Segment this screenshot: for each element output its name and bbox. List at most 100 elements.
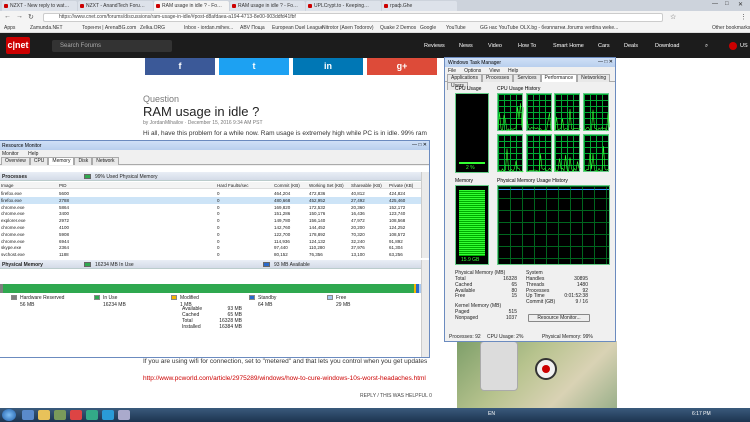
tab-memory[interactable]: Memory: [48, 157, 74, 165]
table-row[interactable]: chrome.exe 5864 0 169,820 172,532 20,360 152,1…: [0, 204, 421, 211]
bookmark-item[interactable]: Nitrotor (Asen Todorov): [322, 25, 374, 31]
minimize-icon[interactable]: —: [712, 1, 718, 7]
process-scrollbar[interactable]: [421, 172, 429, 258]
bookmark-item[interactable]: ABV Поща: [240, 25, 265, 31]
share-button[interactable]: f: [145, 58, 215, 75]
nav-item[interactable]: Smart Home: [553, 43, 584, 49]
column-header[interactable]: Image: [1, 183, 14, 188]
bookmark-item[interactable]: Apps: [4, 25, 15, 31]
memory-scrollbar[interactable]: [421, 260, 429, 357]
nav-item[interactable]: Cars: [598, 43, 610, 49]
tab-services[interactable]: Services: [513, 74, 540, 82]
bookmark-item[interactable]: Quake 2 Demos: [380, 25, 416, 31]
resource-monitor-titlebar[interactable]: Resource Monitor — □ ✕: [0, 141, 429, 150]
processes-section-header[interactable]: Processes 99% Used Physical Memory: [0, 172, 421, 181]
reload-icon[interactable]: ↻: [28, 13, 34, 21]
window-controls[interactable]: — □ ✕: [598, 59, 613, 65]
column-header[interactable]: PID: [59, 183, 67, 188]
column-header[interactable]: Private (KB): [389, 183, 413, 188]
column-header[interactable]: Working Set (KB): [309, 183, 344, 188]
column-header[interactable]: Commit (KB): [274, 183, 300, 188]
url-input[interactable]: https://www.cnet.com/forums/discussions/…: [43, 13, 663, 22]
forum-search-input[interactable]: Search Forums: [52, 40, 172, 52]
tab-processes[interactable]: Processes: [482, 74, 513, 82]
menu-icon[interactable]: ⋮: [740, 13, 747, 21]
table-row[interactable]: firefox.exe 2788 0 480,668 452,952 27,492 425,…: [0, 197, 421, 204]
nav-item[interactable]: Reviews: [424, 43, 445, 49]
nav-item[interactable]: Video: [488, 43, 502, 49]
table-row[interactable]: chrome.exe 3400 0 151,286 150,176 16,436 123,7…: [0, 210, 421, 217]
column-header[interactable]: Shareable (KB): [351, 183, 382, 188]
back-icon[interactable]: ←: [4, 13, 11, 20]
cpu-value: 2 %: [466, 165, 475, 171]
table-row[interactable]: skype.exe 2364 0 97,440 110,280 37,976 61,304: [0, 244, 421, 251]
physical-memory-section-header[interactable]: Physical Memory 16234 MB In Use 93 MB Av…: [0, 260, 421, 269]
bookmark-item[interactable]: European Duel League: [272, 25, 323, 31]
task-manager-titlebar[interactable]: Windows Task Manager — □ ✕: [445, 58, 615, 67]
explorer-icon[interactable]: [38, 410, 50, 420]
bookmark-item[interactable]: Other bookmarks: [712, 25, 750, 31]
table-row[interactable]: explorer.exe 2972 0 149,780 156,140 47,972 108…: [0, 217, 421, 224]
bookmark-item[interactable]: OLX.bg - безплатни...: [520, 25, 569, 31]
table-row[interactable]: firefox.exe 5600 0 464,204 472,836 40,812 424,…: [0, 190, 421, 197]
maximize-icon[interactable]: □: [725, 1, 729, 7]
resource-monitor-button[interactable]: Resource Monitor...: [528, 314, 590, 322]
utorrent-icon[interactable]: [86, 410, 98, 420]
tab-performance[interactable]: Performance: [541, 74, 578, 82]
table-cell: 27,492: [351, 198, 365, 203]
bookmark-item[interactable]: forums verdina weke...: [568, 25, 618, 31]
nav-item[interactable]: How To: [518, 43, 536, 49]
taskmanager-icon[interactable]: [118, 410, 130, 420]
bookmark-item[interactable]: GG нас YouTube: [480, 25, 518, 31]
tab-network[interactable]: Network: [92, 157, 118, 165]
clock[interactable]: 6:17 PM: [692, 411, 711, 417]
reply-helpful-bar[interactable]: REPLY / THIS WAS HELPFUL 0: [360, 393, 432, 399]
search-icon[interactable]: ⌕: [705, 43, 708, 50]
tab-cpu[interactable]: CPU: [30, 157, 49, 165]
nav-item[interactable]: News: [459, 43, 473, 49]
media-icon[interactable]: [54, 410, 66, 420]
share-button[interactable]: t: [219, 58, 289, 75]
bookmark-item[interactable]: Zamunda.NET: [30, 25, 63, 31]
tab-applications[interactable]: Applications: [447, 74, 482, 82]
table-row[interactable]: chrome.exe 6944 0 114,936 124,132 32,240 91,89…: [0, 238, 421, 245]
table-row[interactable]: chrome.exe 4100 0 142,760 144,452 20,200 124,2…: [0, 224, 421, 231]
bookmark-item[interactable]: Zelka.ORG: [140, 25, 165, 31]
table-row[interactable]: svchost.exe 1188 0 80,152 76,356 13,100 63,256: [0, 251, 421, 258]
skype-icon[interactable]: [102, 410, 114, 420]
table-row[interactable]: chrome.exe 5908 0 122,700 178,892 70,320 108,5…: [0, 231, 421, 238]
column-header[interactable]: Hard Faults/sec: [217, 183, 249, 188]
reply-link[interactable]: http://www.pcworld.com/article/2975289/w…: [143, 375, 426, 382]
chrome-icon[interactable]: [70, 410, 82, 420]
ie-icon[interactable]: [22, 410, 34, 420]
nav-item[interactable]: Deals: [624, 43, 638, 49]
cnet-logo[interactable]: c|net: [6, 37, 30, 54]
memory-usage-bar: [0, 284, 421, 293]
tab-disk[interactable]: Disk: [74, 157, 92, 165]
bookmark-item[interactable]: Торенти | ArenaBG.com: [82, 25, 136, 31]
start-button[interactable]: [2, 409, 16, 421]
tab-overview[interactable]: Overview: [1, 157, 30, 165]
close-icon[interactable]: ✕: [738, 1, 743, 8]
avatar[interactable]: [729, 42, 737, 50]
language-indicator[interactable]: EN: [488, 411, 495, 417]
bookmark-item[interactable]: Google: [420, 25, 436, 31]
table-cell: 80,152: [274, 252, 288, 257]
browser-tab[interactable]: NZXT - AnandTech Foru…: [78, 1, 153, 11]
share-button[interactable]: g+: [367, 58, 437, 75]
bookmark-item[interactable]: YouTube: [446, 25, 466, 31]
nav-item[interactable]: Download: [655, 43, 679, 49]
browser-tab[interactable]: граф.Ghe: [382, 1, 457, 11]
table-cell: 152,172: [389, 205, 405, 210]
browser-tab[interactable]: RAM usage in idle ? - Fo…: [154, 1, 229, 11]
browser-tab[interactable]: UPLCrypt.to - Keeping…: [306, 1, 381, 11]
kernel-memory-stats: Kernel Memory (MB) Paged 515 Nonpaged 1037: [455, 303, 517, 321]
star-icon[interactable]: ☆: [670, 13, 676, 21]
window-controls[interactable]: — □ ✕: [412, 142, 427, 148]
browser-tab[interactable]: NZXT - New reply to wat…: [2, 1, 77, 11]
browser-tab[interactable]: RAM usage in idle ? - Fo…: [230, 1, 305, 11]
bookmark-item[interactable]: Inbox - iordan.mihev...: [184, 25, 233, 31]
forward-icon[interactable]: →: [16, 13, 23, 20]
share-button[interactable]: in: [293, 58, 363, 75]
tab-networking[interactable]: Networking: [577, 74, 610, 82]
